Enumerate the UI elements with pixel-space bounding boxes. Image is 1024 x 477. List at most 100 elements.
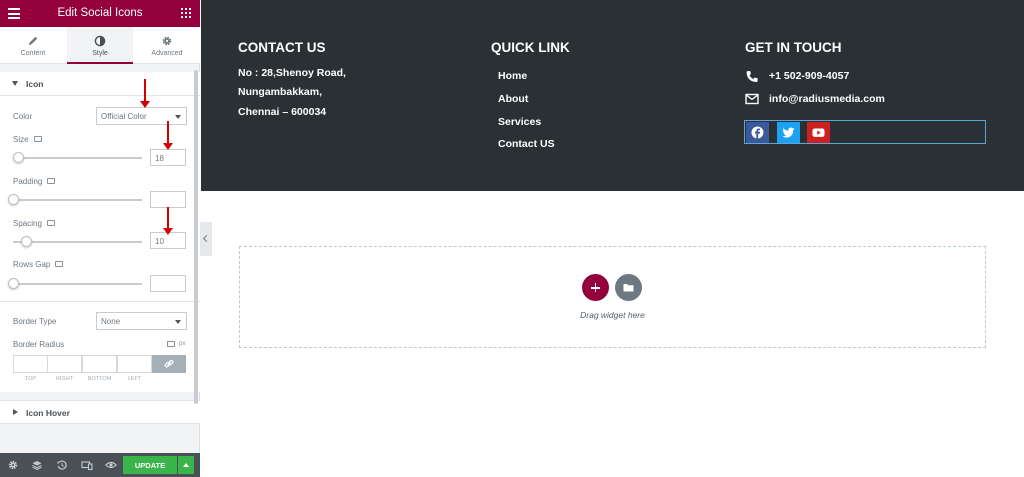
drag-widget-hint: Drag widget here bbox=[580, 310, 645, 320]
youtube-icon bbox=[812, 128, 825, 137]
update-options-button[interactable] bbox=[178, 456, 194, 474]
social-icons-widget[interactable] bbox=[744, 120, 986, 144]
tab-content[interactable]: Content bbox=[0, 27, 66, 64]
responsive-mode-icon[interactable] bbox=[81, 459, 93, 471]
settings-gear-icon[interactable] bbox=[7, 459, 19, 471]
padding-slider-track[interactable] bbox=[13, 199, 142, 201]
add-section-button[interactable] bbox=[582, 274, 609, 301]
size-input[interactable]: 18 bbox=[150, 149, 186, 166]
twitter-icon bbox=[782, 127, 795, 138]
rows-gap-label: Rows Gap bbox=[13, 260, 64, 269]
address-line: Chennai – 600034 bbox=[238, 106, 327, 118]
rows-gap-input[interactable] bbox=[150, 275, 186, 292]
section-icon-title: Icon bbox=[26, 79, 44, 89]
twitter-button[interactable] bbox=[777, 122, 800, 143]
size-slider-handle[interactable] bbox=[13, 152, 24, 163]
border-radius-right-input[interactable] bbox=[47, 355, 82, 373]
size-label: Size bbox=[13, 135, 42, 144]
tab-style-label: Style bbox=[92, 50, 108, 57]
border-type-label: Border Type bbox=[13, 317, 57, 326]
update-button[interactable]: UPDATE bbox=[123, 456, 177, 474]
preview-eye-icon[interactable] bbox=[105, 459, 117, 471]
widgets-grid-icon[interactable] bbox=[181, 8, 191, 18]
color-select-value: Official Color bbox=[101, 112, 147, 121]
border-radius-right-caption: RIGHT bbox=[55, 376, 74, 382]
border-radius-left-caption: LEFT bbox=[127, 376, 142, 382]
address-line: No : 28,Shenoy Road, bbox=[238, 67, 346, 79]
caret-down-icon bbox=[12, 81, 18, 86]
caret-right-icon bbox=[13, 409, 18, 415]
section-icon-hover-title: Icon Hover bbox=[26, 408, 70, 418]
color-select[interactable]: Official Color bbox=[96, 107, 187, 125]
annotation-arrow-size bbox=[163, 121, 173, 150]
spacing-label: Spacing bbox=[13, 219, 55, 228]
folder-icon bbox=[623, 284, 634, 292]
phone-number: +1 502-909-4057 bbox=[769, 70, 850, 82]
panel-title: Edit Social Icons bbox=[57, 7, 143, 19]
widget-dropzone[interactable] bbox=[239, 246, 986, 348]
site-footer-section[interactable]: CONTACT US No : 28,Shenoy Road, Nungamba… bbox=[201, 0, 1024, 191]
envelope-icon bbox=[745, 93, 759, 105]
quick-link-services[interactable]: Services bbox=[498, 116, 541, 128]
border-radius-label: Border Radius bbox=[13, 340, 65, 349]
border-radius-unit[interactable]: px bbox=[179, 341, 185, 347]
rows-gap-slider-handle[interactable] bbox=[8, 278, 19, 289]
desktop-icon[interactable] bbox=[47, 177, 56, 184]
annotation-arrow-spacing bbox=[163, 207, 173, 235]
quick-link-home[interactable]: Home bbox=[498, 70, 527, 82]
contact-title: CONTACT US bbox=[238, 40, 326, 55]
spacing-slider-handle[interactable] bbox=[21, 236, 32, 247]
chevron-down-icon bbox=[175, 320, 181, 324]
border-type-select[interactable]: None bbox=[96, 312, 187, 330]
color-label: Color bbox=[13, 112, 33, 121]
panel-collapse-handle[interactable] bbox=[200, 222, 212, 256]
desktop-icon[interactable] bbox=[33, 135, 42, 142]
desktop-icon[interactable] bbox=[55, 260, 64, 267]
facebook-icon bbox=[751, 126, 764, 139]
gear-icon bbox=[162, 36, 172, 46]
address-line: Nungambakkam, bbox=[238, 86, 323, 98]
padding-label: Padding bbox=[13, 177, 56, 186]
link-values-button[interactable] bbox=[152, 355, 186, 373]
panel-tabs: Content Style Advanced bbox=[0, 27, 200, 64]
layers-icon[interactable] bbox=[31, 459, 43, 471]
section-icon-toggle[interactable]: Icon bbox=[0, 72, 200, 96]
phone-icon bbox=[746, 71, 758, 82]
chevron-down-icon bbox=[175, 115, 181, 119]
tab-style[interactable]: Style bbox=[67, 27, 133, 64]
quick-link-title: QUICK LINK bbox=[491, 40, 570, 55]
template-library-button[interactable] bbox=[615, 274, 642, 301]
facebook-button[interactable] bbox=[746, 122, 769, 143]
rows-gap-slider-track[interactable] bbox=[13, 283, 142, 285]
border-radius-bottom-caption: BOTTOM bbox=[87, 376, 112, 382]
link-icon bbox=[164, 359, 174, 368]
size-label-text: Size bbox=[13, 135, 29, 144]
desktop-icon[interactable] bbox=[46, 219, 55, 226]
padding-slider-handle[interactable] bbox=[8, 194, 19, 205]
spacing-slider-track[interactable] bbox=[13, 241, 142, 243]
section-icon-hover-toggle[interactable]: Icon Hover bbox=[0, 400, 200, 424]
padding-input[interactable] bbox=[150, 191, 186, 208]
tab-content-label: Content bbox=[20, 50, 46, 57]
size-slider-track[interactable] bbox=[13, 157, 142, 159]
quick-link-contact[interactable]: Contact US bbox=[498, 138, 555, 150]
border-radius-top-caption: TOP bbox=[24, 376, 37, 382]
editor-panel: Edit Social Icons Content Style Advanced… bbox=[0, 0, 200, 477]
panel-header: Edit Social Icons bbox=[0, 0, 200, 27]
get-in-touch-title: GET IN TOUCH bbox=[745, 40, 842, 55]
desktop-icon[interactable] bbox=[167, 341, 175, 348]
annotation-arrow-color bbox=[140, 79, 150, 108]
border-radius-left-input[interactable] bbox=[117, 355, 152, 373]
border-radius-bottom-input[interactable] bbox=[82, 355, 117, 373]
tab-advanced-label: Advanced bbox=[151, 50, 183, 57]
border-type-select-value: None bbox=[101, 317, 121, 326]
tab-advanced[interactable]: Advanced bbox=[134, 27, 200, 64]
quick-link-about[interactable]: About bbox=[498, 93, 528, 105]
youtube-button[interactable] bbox=[807, 122, 830, 143]
panel-scrollbar[interactable] bbox=[194, 70, 198, 404]
history-icon[interactable] bbox=[56, 459, 68, 471]
border-radius-top-input[interactable] bbox=[13, 355, 48, 373]
pencil-icon bbox=[29, 36, 38, 45]
email-address: info@radiusmedia.com bbox=[769, 93, 885, 105]
spacing-label-text: Spacing bbox=[13, 219, 42, 228]
